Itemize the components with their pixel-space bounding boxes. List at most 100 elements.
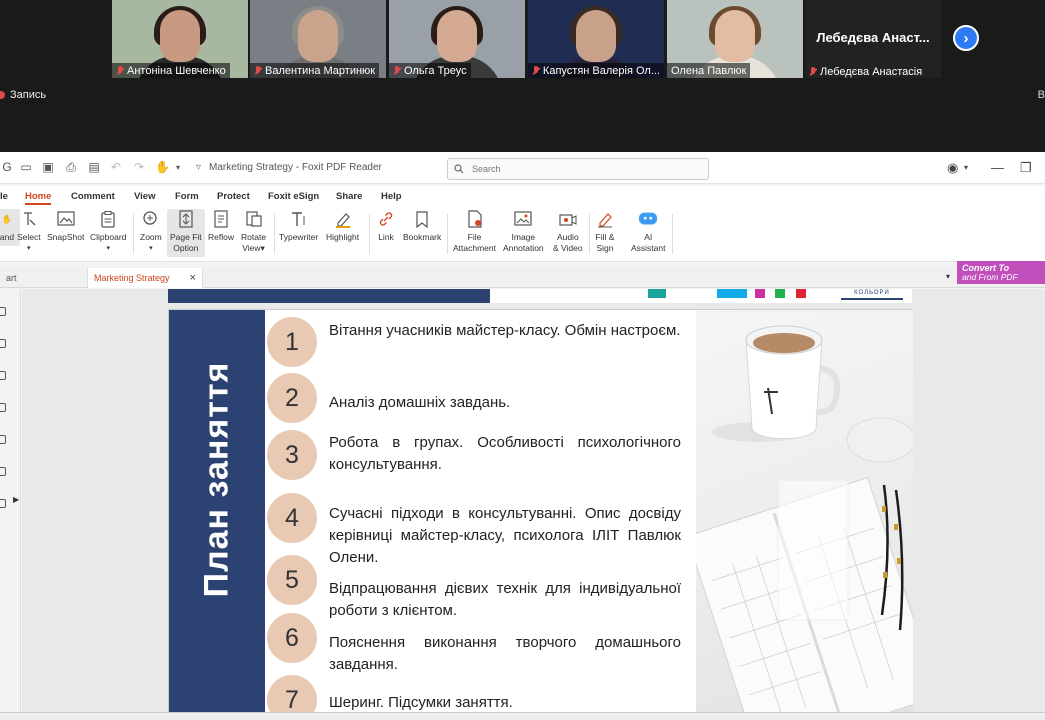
participant-tile[interactable]: Валентина Мартинюк [250, 0, 386, 78]
document-viewport[interactable]: КОЛЬОРИ План заняття 1 Вітання учасників … [22, 289, 1045, 720]
rotate-view-icon [244, 209, 264, 229]
audio-video-icon [558, 209, 578, 229]
select-label: Select [17, 232, 41, 242]
mic-muted-icon [809, 67, 817, 77]
previous-slide-fragment: КОЛЬОРИ [168, 289, 912, 303]
blue-mark [717, 289, 747, 298]
plan-item-number: 6 [267, 613, 317, 663]
participant-tile-name-only[interactable]: Лебедєва Анаст... Лебедєва Анастасія [805, 0, 941, 78]
select-button[interactable]: Select ▾ [17, 209, 41, 254]
attachments-panel-icon[interactable] [0, 435, 6, 444]
participant-name-label: Капустян Валерія Ол... [528, 63, 664, 78]
video-strip: Антоніна Шевченко Валентина Мартинюк Ольга… [0, 0, 1045, 152]
participant-face [576, 10, 616, 62]
account-icon[interactable]: ◉ [947, 160, 958, 176]
fill-sign-button[interactable]: Fill & Sign [595, 209, 615, 254]
menu-bar: le Home Comment View Form Protect Foxit … [0, 186, 1045, 206]
plan-item-number: 1 [267, 317, 317, 367]
audio-label: Audio [556, 232, 579, 242]
clipboard-label: Clipboard [90, 232, 127, 242]
open-folder-icon[interactable]: ▭ [19, 161, 33, 174]
video-label: & Video [553, 243, 583, 253]
tab-start[interactable]: art [0, 268, 88, 288]
fill-sign-icon [595, 209, 615, 229]
image-annotation-button[interactable]: Image Annotation [503, 209, 544, 254]
page-fit-label: Page Fit [170, 232, 202, 242]
link-button[interactable]: Link [376, 209, 396, 243]
menu-home[interactable]: Home [25, 191, 52, 205]
zoom-button[interactable]: Zoom ▾ [140, 209, 162, 254]
pdf-reader-window: G ▭ ▣ ⎙ ▤ ↶ ↷ ✋ ▾ ▿ Marketing Strategy -… [0, 152, 1045, 720]
zoom-chevron-icon: ▾ [149, 245, 153, 252]
file-attachment-icon [465, 209, 485, 229]
mic-muted-icon [116, 66, 124, 76]
snapshot-button[interactable]: SnapShot [47, 209, 84, 243]
minimize-icon[interactable]: — [991, 160, 1004, 175]
file-attachment-button[interactable]: File Attachment [453, 209, 496, 254]
tab-marketing-strategy[interactable]: Marketing Strategy × [88, 268, 203, 288]
save-icon[interactable]: ▣ [41, 161, 55, 174]
ai-assistant-button[interactable]: AI Assistant [631, 209, 666, 254]
redo-icon[interactable]: ↷ [132, 161, 146, 174]
menu-comment[interactable]: Comment [71, 191, 115, 202]
properties-icon[interactable]: ▤ [87, 161, 101, 174]
menu-help[interactable]: Help [381, 191, 402, 202]
participant-tile[interactable]: Ольга Треус [389, 0, 525, 78]
assistant-label: Assistant [631, 243, 666, 253]
customize-chevron-icon[interactable]: ▿ [196, 162, 201, 173]
participant-tile[interactable]: Олена Павлюк [667, 0, 803, 78]
signature-panel-icon[interactable] [0, 499, 6, 508]
participant-tile[interactable]: Капустян Валерія Ол... [528, 0, 664, 78]
hand-tool-quick-icon[interactable]: ✋ [155, 161, 170, 174]
highlight-button[interactable]: Highlight [326, 209, 359, 243]
search-input[interactable] [472, 164, 692, 174]
layers-panel-icon[interactable] [0, 403, 6, 412]
edge-label: В [1037, 89, 1045, 101]
document-title-text: Marketing Strategy - Foxit PDF Reader [209, 162, 382, 173]
next-page-arrow-icon[interactable]: › [953, 25, 979, 51]
chevron-down-icon[interactable]: ▾ [171, 161, 185, 174]
menu-form[interactable]: Form [175, 191, 199, 202]
menu-share[interactable]: Share [336, 191, 362, 202]
slide-page: План заняття 1 Вітання учасників майстер-… [168, 309, 913, 720]
participant-face [160, 10, 200, 62]
sign-label: Sign [596, 243, 614, 253]
close-tab-icon[interactable]: × [190, 272, 196, 284]
print-icon[interactable]: ⎙ [64, 161, 78, 174]
restore-icon[interactable]: ❐ [1020, 160, 1032, 176]
plan-item-text: Робота в групах. Особливості психологічн… [329, 434, 681, 473]
record-label: Запись [10, 89, 47, 101]
security-panel-icon[interactable] [0, 467, 6, 476]
mic-muted-icon [393, 66, 401, 76]
bookmarks-panel-icon[interactable] [0, 339, 6, 348]
search-box[interactable] [447, 158, 709, 180]
audio-video-button[interactable]: Audio & Video [553, 209, 583, 254]
page-thumbnail-icon[interactable] [0, 307, 6, 316]
clipboard-icon [98, 209, 118, 229]
expand-panel-arrow-icon[interactable]: ▶ [13, 495, 19, 504]
rotate-view-button[interactable]: Rotate View▾ [241, 209, 266, 254]
undo-icon[interactable]: ↶ [109, 161, 123, 174]
bookmark-icon [412, 209, 432, 229]
clipboard-button[interactable]: Clipboard ▾ [90, 209, 126, 254]
participant-name-label: Олена Павлюк [667, 63, 751, 78]
menu-foxit-esign[interactable]: Foxit eSign [268, 191, 319, 202]
convert-pdf-banner[interactable]: Convert To and From PDF [957, 261, 1045, 284]
plan-item-number: 3 [267, 430, 317, 480]
snapshot-icon [56, 209, 76, 229]
page-fit-option-button[interactable]: Page Fit Option [167, 209, 205, 257]
menu-view[interactable]: View [134, 191, 155, 202]
typewriter-button[interactable]: Typewriter [279, 209, 318, 243]
account-chevron-icon[interactable]: ▾ [964, 163, 968, 172]
tab-list-chevron-icon[interactable]: ▾ [946, 272, 950, 281]
participant-tile[interactable]: Антоніна Шевченко [112, 0, 248, 78]
highlight-icon [333, 209, 353, 229]
bookmark-button[interactable]: Bookmark [403, 209, 441, 243]
tab-start-label: art [6, 273, 17, 283]
reflow-button[interactable]: Reflow [208, 209, 234, 243]
plan-item-number: 5 [267, 555, 317, 605]
comments-panel-icon[interactable] [0, 371, 6, 380]
menu-protect[interactable]: Protect [217, 191, 250, 202]
tab-active-label: Marketing Strategy [94, 273, 170, 283]
menu-file[interactable]: le [0, 191, 8, 202]
